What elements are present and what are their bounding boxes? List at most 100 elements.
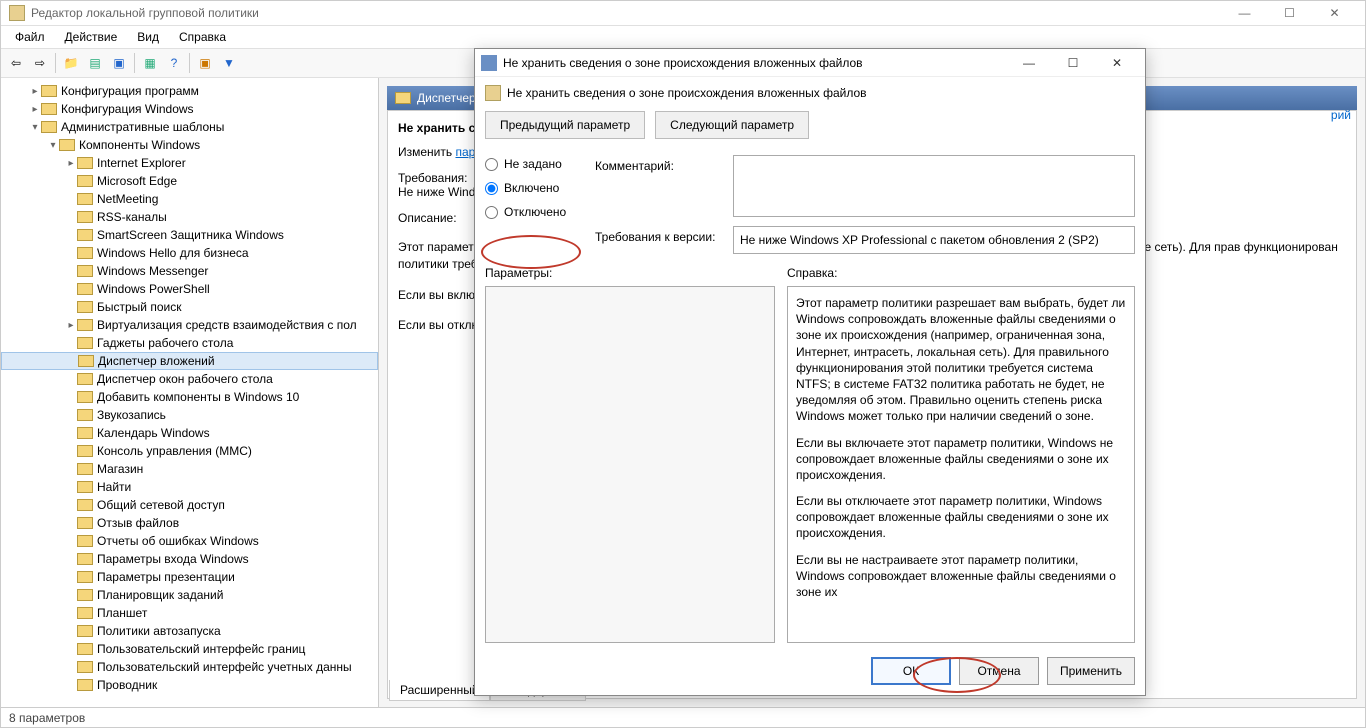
window-controls: — ☐ ✕	[1222, 1, 1357, 26]
forward-icon[interactable]: ⇨	[29, 52, 51, 74]
dialog-maximize-button[interactable]: ☐	[1051, 49, 1095, 77]
menu-action[interactable]: Действие	[57, 28, 126, 46]
cancel-button[interactable]: Отмена	[959, 657, 1039, 685]
tree-icon[interactable]: ▤	[84, 52, 106, 74]
tree-item[interactable]: Отзыв файлов	[1, 514, 378, 532]
up-icon[interactable]: 📁	[60, 52, 82, 74]
maximize-button[interactable]: ☐	[1267, 1, 1312, 26]
radio-not-configured[interactable]: Не задано	[485, 157, 585, 171]
tree-item[interactable]: Windows Messenger	[1, 262, 378, 280]
menu-help[interactable]: Справка	[171, 28, 234, 46]
tree-item-label: Политики автозапуска	[97, 624, 221, 638]
folder-icon	[77, 409, 93, 421]
radio-enabled[interactable]: Включено	[485, 181, 585, 195]
tree-item-label: Windows Hello для бизнеса	[97, 246, 249, 260]
tree-item[interactable]: Windows PowerShell	[1, 280, 378, 298]
menu-file[interactable]: Файл	[7, 28, 53, 46]
tree-item[interactable]: SmartScreen Защитника Windows	[1, 226, 378, 244]
scenario-link[interactable]: рий	[1331, 108, 1351, 122]
tree-item[interactable]: Windows Hello для бизнеса	[1, 244, 378, 262]
folder-icon	[77, 499, 93, 511]
tree-item-label: Звукозапись	[97, 408, 166, 422]
folder-icon	[77, 211, 93, 223]
tree-item[interactable]: Консоль управления (MMC)	[1, 442, 378, 460]
tree-item[interactable]: Календарь Windows	[1, 424, 378, 442]
tree-item-label: RSS-каналы	[97, 210, 167, 224]
caret-icon[interactable]: ▾	[29, 122, 41, 133]
help-p2: Если вы включаете этот параметр политики…	[796, 435, 1126, 484]
tree-item-label: Добавить компоненты в Windows 10	[97, 390, 299, 404]
tree-item[interactable]: Найти	[1, 478, 378, 496]
radio-enabled-input[interactable]	[485, 182, 498, 195]
dialog-close-button[interactable]: ✕	[1095, 49, 1139, 77]
tree-item[interactable]: Пользовательский интерфейс границ	[1, 640, 378, 658]
tree-item[interactable]: Планировщик заданий	[1, 586, 378, 604]
tree-item[interactable]: ▸Конфигурация программ	[1, 82, 378, 100]
close-button[interactable]: ✕	[1312, 1, 1357, 26]
filter-icon[interactable]: ▼	[218, 52, 240, 74]
caret-icon[interactable]: ▸	[65, 320, 77, 331]
tree-item[interactable]: Пользовательский интерфейс учетных данны	[1, 658, 378, 676]
caret-icon[interactable]: ▸	[29, 104, 41, 115]
tree-item[interactable]: Общий сетевой доступ	[1, 496, 378, 514]
options-icon[interactable]: ▣	[194, 52, 216, 74]
tree-item[interactable]: Диспетчер вложений	[1, 352, 378, 370]
tree-item[interactable]: Диспетчер окон рабочего стола	[1, 370, 378, 388]
properties-icon[interactable]: ▣	[108, 52, 130, 74]
folder-icon	[41, 85, 57, 97]
params-box	[485, 286, 775, 643]
tree-item[interactable]: Параметры входа Windows	[1, 550, 378, 568]
help-box[interactable]: Этот параметр политики разрешает вам выб…	[787, 286, 1135, 643]
tree-item-label: Пользовательский интерфейс учетных данны	[97, 660, 352, 674]
radio-not-configured-input[interactable]	[485, 158, 498, 171]
ok-button[interactable]: ОК	[871, 657, 951, 685]
caret-icon[interactable]: ▸	[65, 158, 77, 169]
tree-item[interactable]: Планшет	[1, 604, 378, 622]
tree-item-label: NetMeeting	[97, 192, 158, 206]
tree-item-label: Административные шаблоны	[61, 120, 224, 134]
tree-pane[interactable]: ▸Конфигурация программ▸Конфигурация Wind…	[1, 78, 379, 707]
radio-disabled-input[interactable]	[485, 206, 498, 219]
tree-item[interactable]: Отчеты об ошибках Windows	[1, 532, 378, 550]
tree-item[interactable]: RSS-каналы	[1, 208, 378, 226]
caret-icon[interactable]: ▾	[47, 140, 59, 151]
tree-item[interactable]: Магазин	[1, 460, 378, 478]
help-icon[interactable]: ?	[163, 52, 185, 74]
prev-setting-button[interactable]: Предыдущий параметр	[485, 111, 645, 139]
back-icon[interactable]: ⇦	[5, 52, 27, 74]
next-setting-button[interactable]: Следующий параметр	[655, 111, 809, 139]
tree-item[interactable]: Гаджеты рабочего стола	[1, 334, 378, 352]
caret-icon[interactable]: ▸	[29, 86, 41, 97]
apply-button[interactable]: Применить	[1047, 657, 1135, 685]
dialog-minimize-button[interactable]: —	[1007, 49, 1051, 77]
folder-icon	[77, 679, 93, 691]
folder-icon	[77, 661, 93, 673]
tree-item[interactable]: Параметры презентации	[1, 568, 378, 586]
tree-item[interactable]: Проводник	[1, 676, 378, 694]
tree-item[interactable]: Добавить компоненты в Windows 10	[1, 388, 378, 406]
tree-item[interactable]: ▸Internet Explorer	[1, 154, 378, 172]
help-label: Справка:	[787, 266, 1135, 280]
tree-item[interactable]: ▾Компоненты Windows	[1, 136, 378, 154]
tree-item[interactable]: Звукозапись	[1, 406, 378, 424]
folder-icon	[77, 589, 93, 601]
tree-item[interactable]: Быстрый поиск	[1, 298, 378, 316]
tree-item[interactable]: ▸Конфигурация Windows	[1, 100, 378, 118]
folder-icon	[77, 463, 93, 475]
version-label: Требования к версии:	[595, 226, 725, 244]
titlebar: Редактор локальной групповой политики — …	[1, 1, 1365, 26]
version-input	[733, 226, 1135, 254]
separator	[189, 53, 190, 73]
tree-item[interactable]: Microsoft Edge	[1, 172, 378, 190]
minimize-button[interactable]: —	[1222, 1, 1267, 26]
tree-item[interactable]: Политики автозапуска	[1, 622, 378, 640]
radio-disabled[interactable]: Отключено	[485, 205, 585, 219]
tree-item[interactable]: NetMeeting	[1, 190, 378, 208]
tree-item[interactable]: ▸Виртуализация средств взаимодействия с …	[1, 316, 378, 334]
export-icon[interactable]: ▦	[139, 52, 161, 74]
comment-input[interactable]	[733, 155, 1135, 217]
comment-row: Комментарий:	[595, 155, 1135, 220]
tree-item-label: Отзыв файлов	[97, 516, 179, 530]
menu-view[interactable]: Вид	[129, 28, 167, 46]
tree-item[interactable]: ▾ Административные шаблоны	[1, 118, 378, 136]
